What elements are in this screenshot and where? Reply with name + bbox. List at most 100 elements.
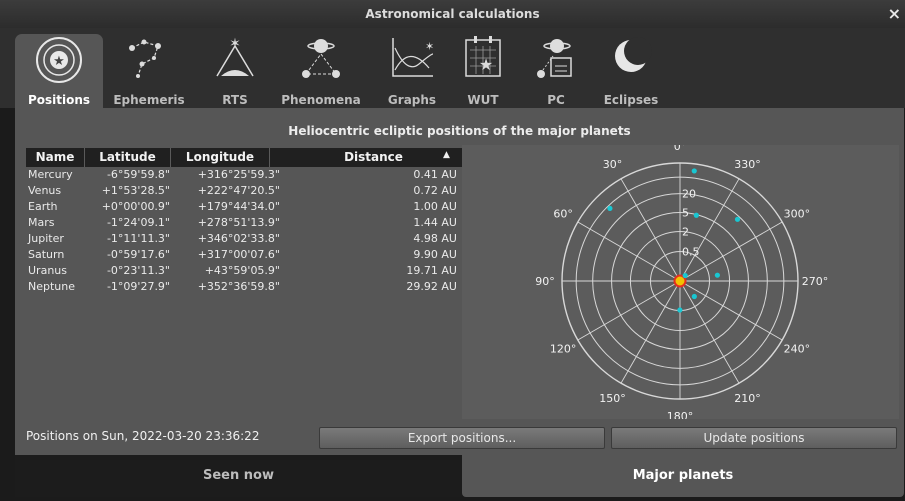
latitude-value: -1°11'11.3" (106, 232, 170, 245)
polar-chart: 0° 30° 60° 90° 120° 150° 180° 210° 240° 270° 300° 3… (535, 140, 829, 423)
tab-label: WUT (467, 93, 499, 107)
positions-timestamp: Positions on Sun, 2022-03-20 23:36:22 (26, 429, 260, 443)
longitude-value: +316°25'59.3" (197, 168, 280, 181)
angle-tick-label: 330° (734, 158, 761, 171)
table-row[interactable]: Venus +1°53'28.5" +222°47'20.5" 0.72 AU (26, 184, 477, 200)
close-icon[interactable]: × (888, 4, 901, 23)
distance-value: 1.44 AU (413, 216, 457, 229)
tab-wut[interactable]: ★ WUT (455, 34, 511, 108)
distance-value: 9.90 AU (413, 248, 457, 261)
column-header-name[interactable]: Name (26, 148, 85, 167)
update-positions-button[interactable]: Update positions (611, 427, 897, 449)
planet-name: Earth (28, 200, 58, 213)
column-header-latitude[interactable]: Latitude (85, 148, 171, 167)
angle-tick-label: 210° (734, 392, 761, 405)
table-row[interactable]: Uranus -0°23'11.3" +43°59'05.9" 19.71 AU (26, 264, 477, 280)
polar-plot: 0° 30° 60° 90° 120° 150° 180° 210° 240° 270° 300° 3… (462, 140, 899, 423)
title-bar: Astronomical calculations × (0, 0, 905, 29)
conjunction-icon (302, 39, 340, 78)
eclipse-icon (615, 37, 652, 72)
tab-eclipses[interactable]: Eclipses (596, 34, 666, 108)
latitude-value: -1°24'09.1" (106, 216, 170, 229)
angle-tick-label: 120° (550, 343, 577, 356)
angle-tick-label: 90° (535, 275, 555, 288)
latitude-value: +1°53'28.5" (101, 184, 170, 197)
table-row[interactable]: Mars -1°24'09.1" +278°51'13.9" 1.44 AU (26, 216, 477, 232)
latitude-value: -6°59'59.8" (106, 168, 170, 181)
tab-phenomena[interactable]: Phenomena (276, 34, 366, 108)
positions-panel: Heliocentric ecliptic positions of the m… (15, 108, 904, 455)
tab-rts[interactable]: ✶ RTS (200, 34, 270, 108)
longitude-value: +317°00'07.6" (197, 248, 280, 261)
table-row[interactable]: Saturn -0°59'17.6" +317°00'07.6" 9.90 AU (26, 248, 477, 264)
column-header-longitude[interactable]: Longitude (171, 148, 270, 167)
planet-name: Mars (28, 216, 55, 229)
planet-name: Venus (28, 184, 62, 197)
latitude-value: -0°23'11.3" (106, 264, 170, 277)
planet-point (682, 272, 688, 279)
svg-text:★: ★ (53, 54, 65, 69)
distance-value: 29.92 AU (406, 280, 457, 293)
longitude-value: +43°59'05.9" (204, 264, 280, 277)
angle-tick-label: 0° (674, 145, 687, 153)
planet-point (691, 168, 697, 174)
solar-system-icon: ★ (36, 37, 82, 83)
tab-bar: ★ Positions Ephemeris ✶ RTS Phenomena ✶ … (0, 28, 905, 108)
planet-calendar-icon (537, 39, 572, 78)
radial-tick-label: 2 (682, 225, 689, 238)
window-title: Astronomical calculations (365, 7, 540, 21)
planet-point (693, 212, 699, 218)
planet-point (691, 293, 697, 300)
tab-label: Phenomena (281, 93, 361, 107)
angle-tick-label: 300° (784, 208, 811, 221)
planet-name: Neptune (28, 280, 76, 293)
planet-name: Jupiter (28, 232, 64, 245)
table-header: Name Latitude Longitude Distance ▲ (26, 148, 477, 167)
tab-label: RTS (222, 93, 248, 107)
latitude-value: -1°09'27.9" (106, 280, 170, 293)
angle-tick-label: 150° (599, 392, 626, 405)
table-row[interactable]: Jupiter -1°11'11.3" +346°02'33.8" 4.98 AU (26, 232, 477, 248)
planet-name: Uranus (28, 264, 67, 277)
export-positions-button[interactable]: Export positions... (319, 427, 605, 449)
longitude-value: +346°02'33.8" (197, 232, 280, 245)
distance-value: 19.71 AU (406, 264, 457, 277)
tab-label: Eclipses (603, 93, 659, 107)
table-row[interactable]: Neptune -1°09'27.9" +352°36'59.8" 29.92 AU (26, 280, 477, 296)
radial-tick-label: 0.5 (682, 246, 700, 259)
planet-name: Mercury (28, 168, 73, 181)
table-row[interactable]: Mercury -6°59'59.8" +316°25'59.3" 0.41 AU (26, 168, 477, 184)
planet-name: Saturn (28, 248, 65, 261)
sort-ascending-icon: ▲ (443, 150, 450, 160)
angle-tick-label: 270° (802, 275, 829, 288)
tab-graphs[interactable]: ✶ Graphs (379, 34, 445, 108)
longitude-value: +278°51'13.9" (197, 216, 280, 229)
rise-transit-set-icon: ✶ (216, 36, 254, 77)
tab-seen-now[interactable]: Seen now (15, 455, 462, 497)
tab-major-planets[interactable]: Major planets (462, 455, 904, 497)
angle-tick-label: 240° (784, 343, 811, 356)
table-row[interactable]: Earth +0°00'00.9" +179°44'34.0" 1.00 AU (26, 200, 477, 216)
distance-value: 0.72 AU (413, 184, 457, 197)
planet-point (607, 205, 613, 211)
latitude-value: +0°00'00.9" (101, 200, 170, 213)
tab-pc[interactable]: PC (528, 34, 584, 108)
angle-tick-label: 60° (553, 208, 573, 221)
positions-heading: Heliocentric ecliptic positions of the m… (288, 124, 631, 138)
tab-positions[interactable]: ★ Positions (15, 34, 103, 108)
distance-value: 0.41 AU (413, 168, 457, 181)
planet-point (714, 272, 720, 278)
planet-point (734, 216, 741, 222)
angle-tick-label: 180° (667, 410, 694, 419)
calendar-star-icon: ★ (465, 36, 501, 77)
angle-tick-label: 30° (603, 158, 623, 171)
tab-label: Ephemeris (113, 93, 185, 107)
constellation-icon (129, 39, 161, 78)
longitude-value: +222°47'20.5" (197, 184, 280, 197)
svg-text:✶: ✶ (229, 36, 241, 52)
svg-text:✶: ✶ (425, 40, 434, 53)
tab-label: Positions (27, 93, 91, 107)
tab-ephemeris[interactable]: Ephemeris (104, 34, 194, 108)
longitude-value: +179°44'34.0" (197, 200, 280, 213)
latitude-value: -0°59'17.6" (106, 248, 170, 261)
